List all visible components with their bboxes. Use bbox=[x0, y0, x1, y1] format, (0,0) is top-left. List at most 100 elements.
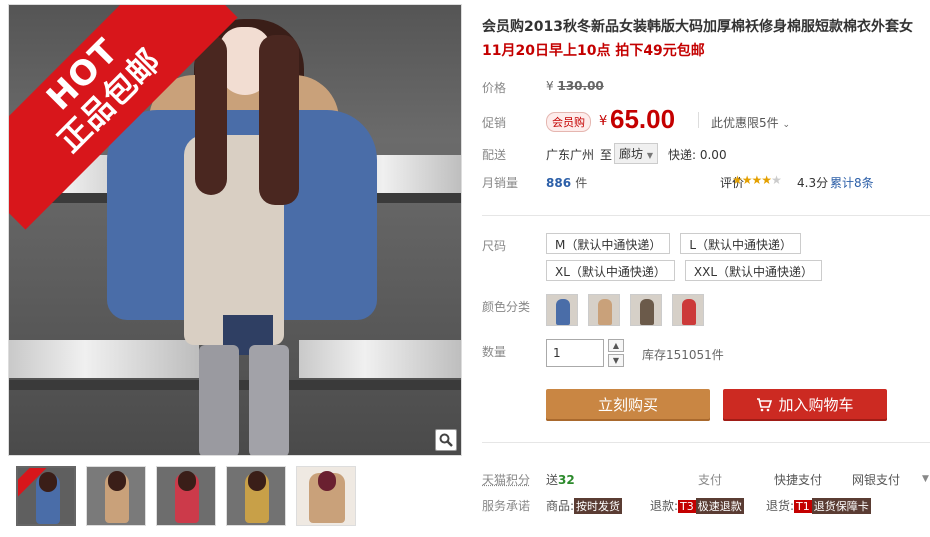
service-refund-badge[interactable]: 极速退款 bbox=[695, 498, 744, 514]
model-hair bbox=[259, 35, 299, 205]
size-options: M（默认中通快递） L（默认中通快递） XL（默认中通快递） XXL（默认中通快… bbox=[546, 233, 916, 281]
magnifier-icon[interactable] bbox=[435, 429, 457, 451]
pay-fast: 快捷支付 bbox=[774, 473, 823, 487]
star-icon: ★ bbox=[761, 173, 772, 187]
sales-count: 886 件 bbox=[546, 174, 587, 191]
service-goods: 商品: 按时发货 bbox=[546, 497, 623, 514]
model-leg bbox=[249, 345, 289, 455]
thumb-hair bbox=[178, 471, 196, 491]
color-swatch-1[interactable] bbox=[546, 294, 578, 326]
service-return-prefix: 退货: bbox=[766, 499, 795, 513]
shipping-city: 廊坊 bbox=[619, 147, 644, 161]
thumbnail-3[interactable] bbox=[156, 466, 216, 526]
sales-count-number: 886 bbox=[546, 176, 572, 190]
buy-now-button[interactable]: 立刻购买 bbox=[546, 389, 710, 421]
swatch-figure bbox=[556, 299, 570, 325]
orig-price: ¥ 130.00 bbox=[546, 79, 604, 93]
promo-price: 65.00 bbox=[610, 104, 676, 134]
stock-count: 库存151051件 bbox=[642, 348, 724, 362]
dropdown-arrow-icon: ▼ bbox=[646, 151, 653, 160]
service-refund-tag: T3 bbox=[678, 500, 696, 513]
color-swatch-2[interactable] bbox=[588, 294, 620, 326]
shipping-label: 配送 bbox=[482, 148, 507, 162]
main-product-image[interactable]: HOT 正品包邮 bbox=[8, 4, 462, 456]
quantity-decrease-button[interactable]: ▼ bbox=[608, 354, 624, 367]
sales-count-unit: 件 bbox=[575, 176, 588, 190]
shipping-fee: 快递: 0.00 bbox=[668, 148, 727, 162]
service-label: 服务承诺 bbox=[482, 499, 531, 513]
service-goods-prefix: 商品: bbox=[546, 499, 575, 513]
quantity-label: 数量 bbox=[482, 345, 507, 359]
star-icon: ★ bbox=[751, 173, 763, 187]
magnifier-icon-svg bbox=[439, 433, 453, 447]
chevron-down-icon: ⌄ bbox=[782, 120, 791, 130]
shipping-to-label: 至 bbox=[600, 148, 613, 162]
photo-mirror bbox=[9, 340, 199, 378]
promo-limit-text: 此优惠限5件 bbox=[711, 116, 779, 130]
star-icon: ★ bbox=[771, 173, 782, 187]
sales-label: 月销量 bbox=[482, 176, 519, 190]
points-label[interactable]: 天猫积分 bbox=[482, 471, 530, 488]
size-label: 尺码 bbox=[482, 239, 507, 253]
points-prefix: 送 bbox=[546, 473, 559, 487]
star-icon: ★ bbox=[741, 173, 753, 187]
color-options bbox=[546, 294, 704, 326]
thumbnail-5[interactable] bbox=[296, 466, 356, 526]
service-refund: 退款: T3 极速退款 bbox=[650, 497, 744, 514]
service-return-tag: T1 bbox=[794, 500, 812, 513]
chevron-down-icon[interactable]: ▼ bbox=[922, 474, 929, 484]
size-option-xl[interactable]: XL（默认中通快递） bbox=[546, 260, 675, 281]
swatch-figure bbox=[598, 299, 612, 325]
points-number: 32 bbox=[558, 473, 575, 487]
photo-mirror bbox=[299, 340, 461, 378]
color-swatch-4[interactable] bbox=[672, 294, 704, 326]
orig-price-value: 130.00 bbox=[557, 79, 604, 93]
shipping-city-select[interactable]: 廊坊 ▼ bbox=[614, 143, 658, 164]
add-to-cart-button[interactable]: 加入购物车 bbox=[723, 389, 887, 421]
product-gallery: HOT 正品包邮 bbox=[0, 0, 470, 537]
thumb-hair bbox=[318, 471, 336, 491]
thumbnail-2[interactable] bbox=[86, 466, 146, 526]
rating-score: 4.3分 bbox=[797, 176, 829, 190]
size-option-l[interactable]: L（默认中通快递） bbox=[680, 233, 802, 254]
promo-limit[interactable]: 此优惠限5件 ⌄ bbox=[711, 114, 790, 131]
pay-bank: 网银支付 bbox=[852, 473, 901, 487]
rating-count-link[interactable]: 累计8条 bbox=[830, 174, 874, 191]
product-subtitle: 11月20日早上10点 拍下49元包邮 bbox=[482, 43, 705, 59]
promo-currency: ¥ bbox=[599, 114, 608, 129]
service-refund-prefix: 退款: bbox=[650, 499, 679, 513]
thumbnail-1[interactable] bbox=[16, 466, 76, 526]
size-option-xxl[interactable]: XXL（默认中通快递） bbox=[684, 260, 823, 281]
add-to-cart-label: 加入购物车 bbox=[778, 396, 854, 414]
rating-stars: ★★★★★ bbox=[732, 173, 782, 187]
size-option-m[interactable]: M（默认中通快递） bbox=[546, 233, 671, 254]
color-swatch-3[interactable] bbox=[630, 294, 662, 326]
section-divider bbox=[482, 215, 930, 216]
color-label: 颜色分类 bbox=[482, 300, 531, 314]
product-info-panel: 会员购2013秋冬新品女装韩版大码加厚棉袄修身棉服短款棉衣外套女 11月20日早… bbox=[482, 0, 930, 537]
product-title[interactable]: 会员购2013秋冬新品女装韩版大码加厚棉袄修身棉服短款棉衣外套女 bbox=[482, 16, 913, 36]
swatch-figure bbox=[682, 299, 696, 325]
thumb-hair bbox=[248, 471, 266, 491]
quantity-increase-button[interactable]: ▲ bbox=[608, 339, 624, 352]
promo-label: 促销 bbox=[482, 116, 507, 130]
model-hair bbox=[195, 35, 227, 195]
orig-price-currency: ¥ bbox=[546, 79, 554, 93]
model-leg bbox=[199, 345, 239, 455]
star-icon: ★ bbox=[732, 173, 743, 187]
points-value: 送32 bbox=[546, 471, 575, 488]
service-return-badge[interactable]: 退货保障卡 bbox=[811, 498, 871, 514]
thumbnail-4[interactable] bbox=[226, 466, 286, 526]
thumbnail-strip bbox=[16, 466, 356, 528]
swatch-figure bbox=[640, 299, 654, 325]
quantity-input[interactable] bbox=[546, 339, 604, 367]
orig-price-label: 价格 bbox=[482, 81, 507, 95]
service-return: 退货: T1 退货保障卡 bbox=[766, 497, 871, 514]
promo-divider bbox=[698, 112, 699, 128]
cart-icon bbox=[757, 398, 773, 412]
shipping-from: 广东广州 bbox=[546, 148, 595, 162]
section-divider bbox=[482, 442, 930, 443]
thumb-hair bbox=[108, 471, 126, 491]
member-tag: 会员购 bbox=[546, 112, 591, 132]
service-goods-badge[interactable]: 按时发货 bbox=[574, 498, 623, 514]
